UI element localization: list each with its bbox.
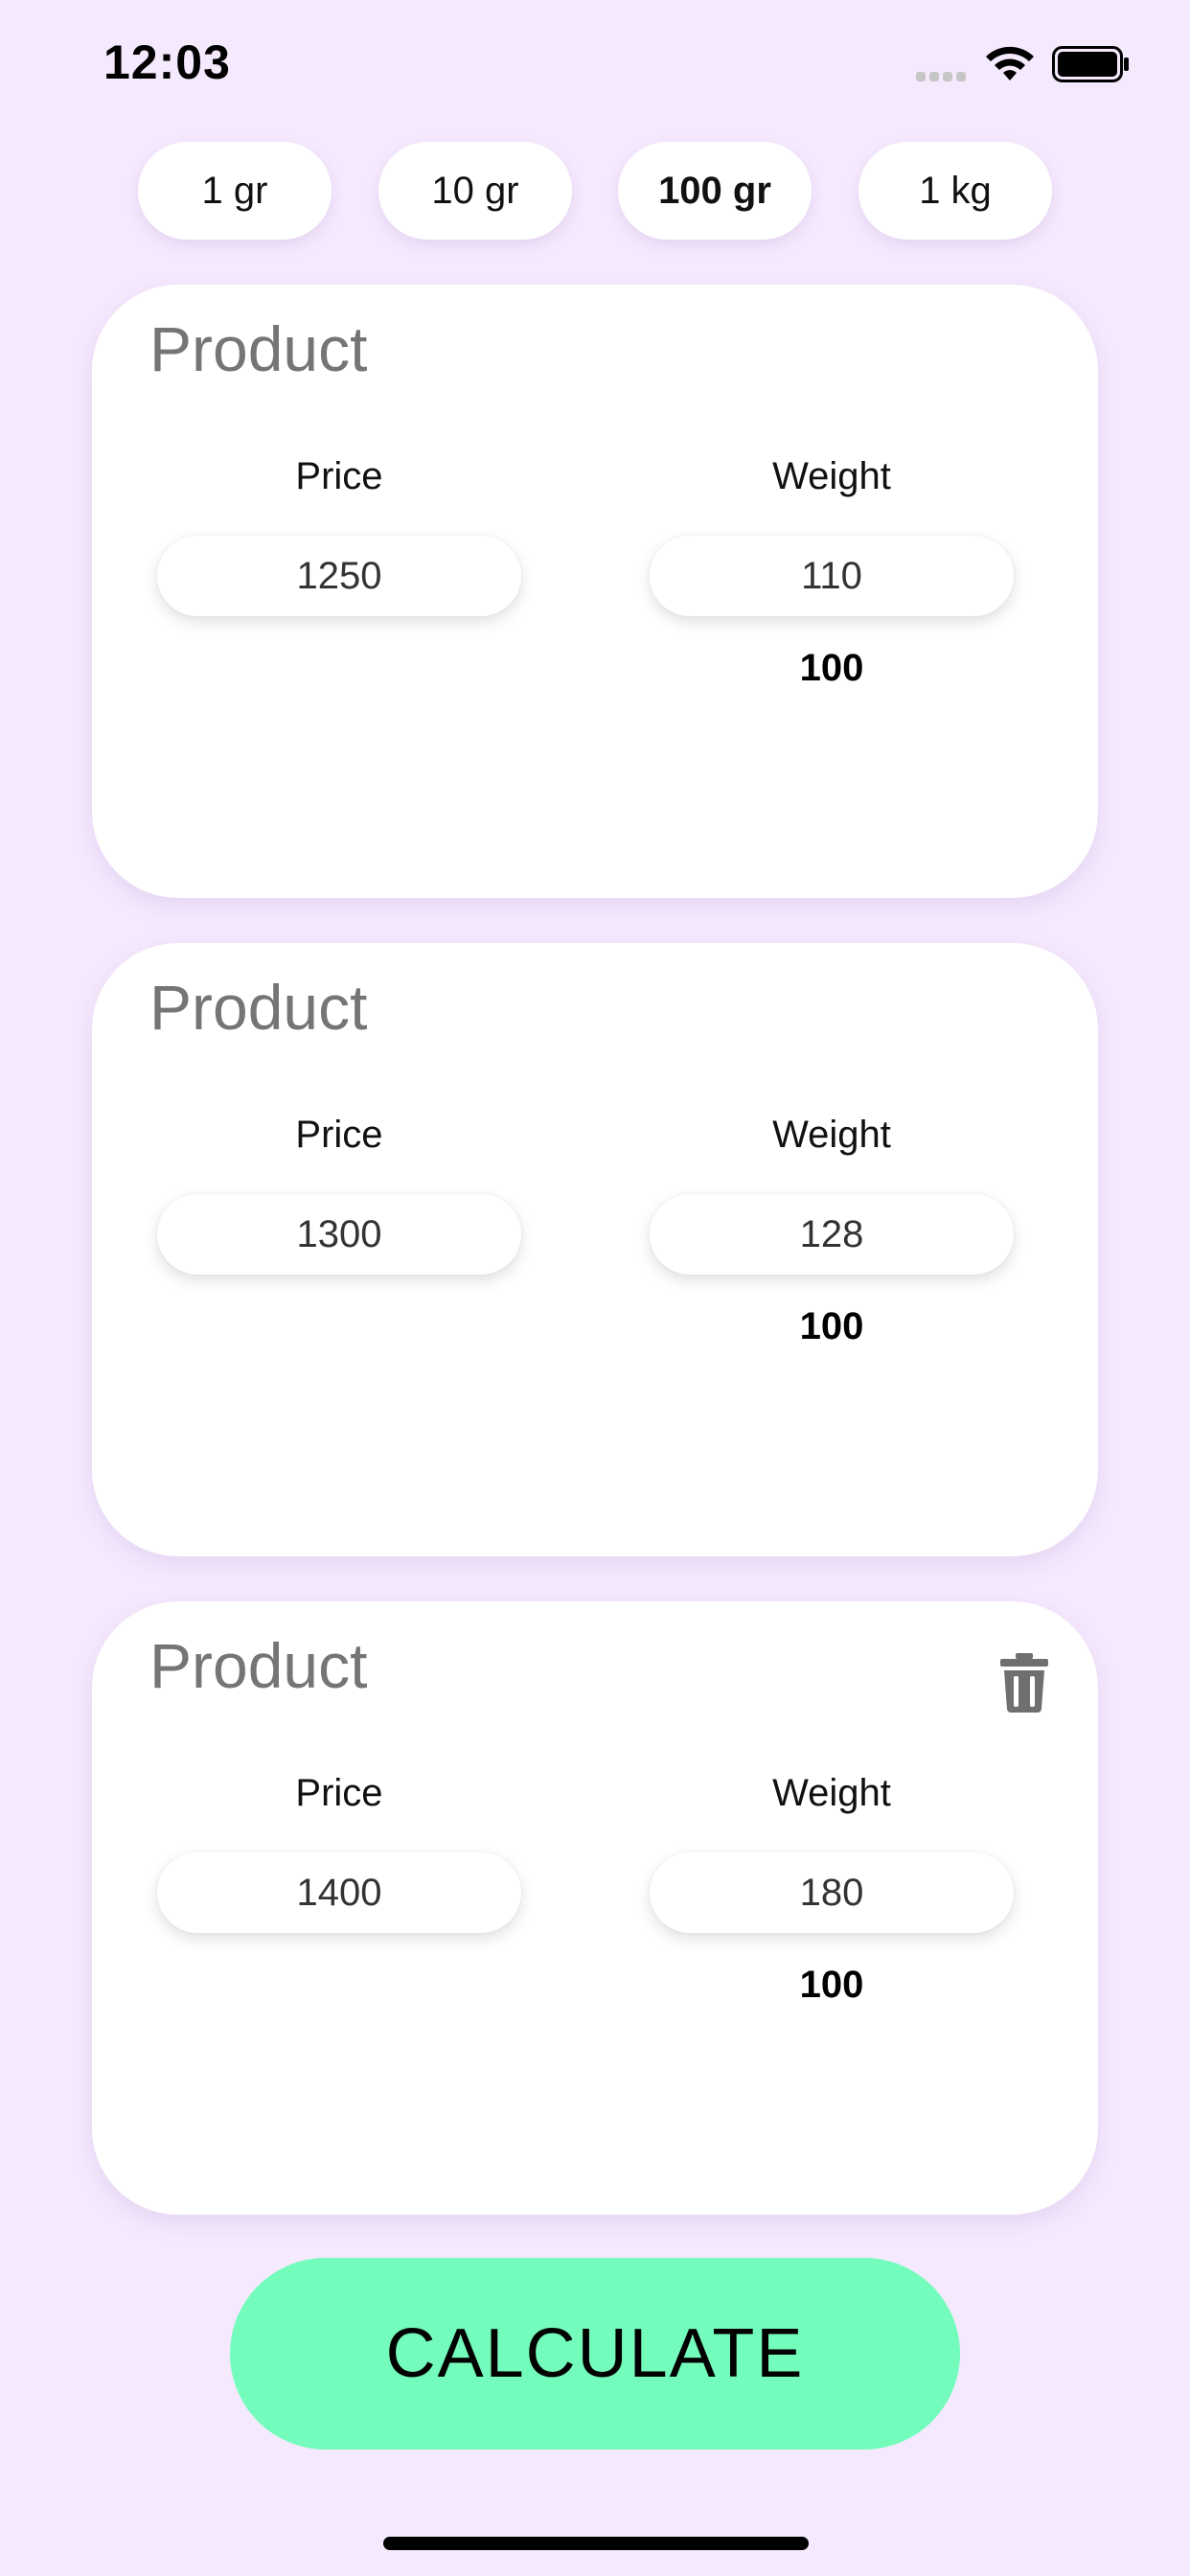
base-unit-value: 100 [799, 647, 864, 689]
weight-input[interactable]: 128 [650, 1194, 1014, 1275]
home-indicator[interactable] [383, 2537, 809, 2550]
price-input[interactable]: 1400 [157, 1852, 521, 1933]
weight-input[interactable]: 110 [650, 536, 1014, 616]
weight-label: Weight [772, 455, 891, 497]
signal-icon [916, 69, 970, 81]
price-label: Price [295, 1114, 383, 1156]
calculate-button[interactable]: CALCULATE [230, 2258, 960, 2450]
product-name-input[interactable] [149, 1622, 724, 1709]
unit-1-gr-button[interactable]: 1 gr [138, 142, 332, 240]
product-name-input[interactable] [149, 306, 724, 392]
price-label: Price [295, 455, 383, 497]
status-time: 12:03 [103, 35, 231, 89]
unit-selector: 1 gr 10 gr 100 gr 1 kg [0, 142, 1190, 242]
weight-input[interactable]: 180 [650, 1852, 1014, 1933]
weight-label: Weight [772, 1772, 891, 1814]
price-label: Price [295, 1772, 383, 1814]
price-input[interactable]: 1300 [157, 1194, 521, 1275]
base-unit-value: 100 [799, 1305, 864, 1347]
unit-10-gr-button[interactable]: 10 gr [378, 142, 572, 240]
unit-1-kg-button[interactable]: 1 kg [858, 142, 1052, 240]
unit-100-gr-button[interactable]: 100 gr [618, 142, 812, 240]
trash-icon[interactable] [1000, 1653, 1048, 1713]
product-card: Price Weight 1300 128 100 [92, 943, 1098, 1556]
base-unit-value: 100 [799, 1964, 864, 2006]
price-input[interactable]: 1250 [157, 536, 521, 616]
battery-icon [1052, 46, 1129, 82]
product-name-input[interactable] [149, 964, 724, 1050]
product-card: Price Weight 1250 110 100 [92, 285, 1098, 898]
status-bar: 12:03 [0, 0, 1190, 125]
wifi-icon [986, 46, 1034, 80]
weight-label: Weight [772, 1114, 891, 1156]
product-card: Price Weight 1400 180 100 [92, 1601, 1098, 2215]
